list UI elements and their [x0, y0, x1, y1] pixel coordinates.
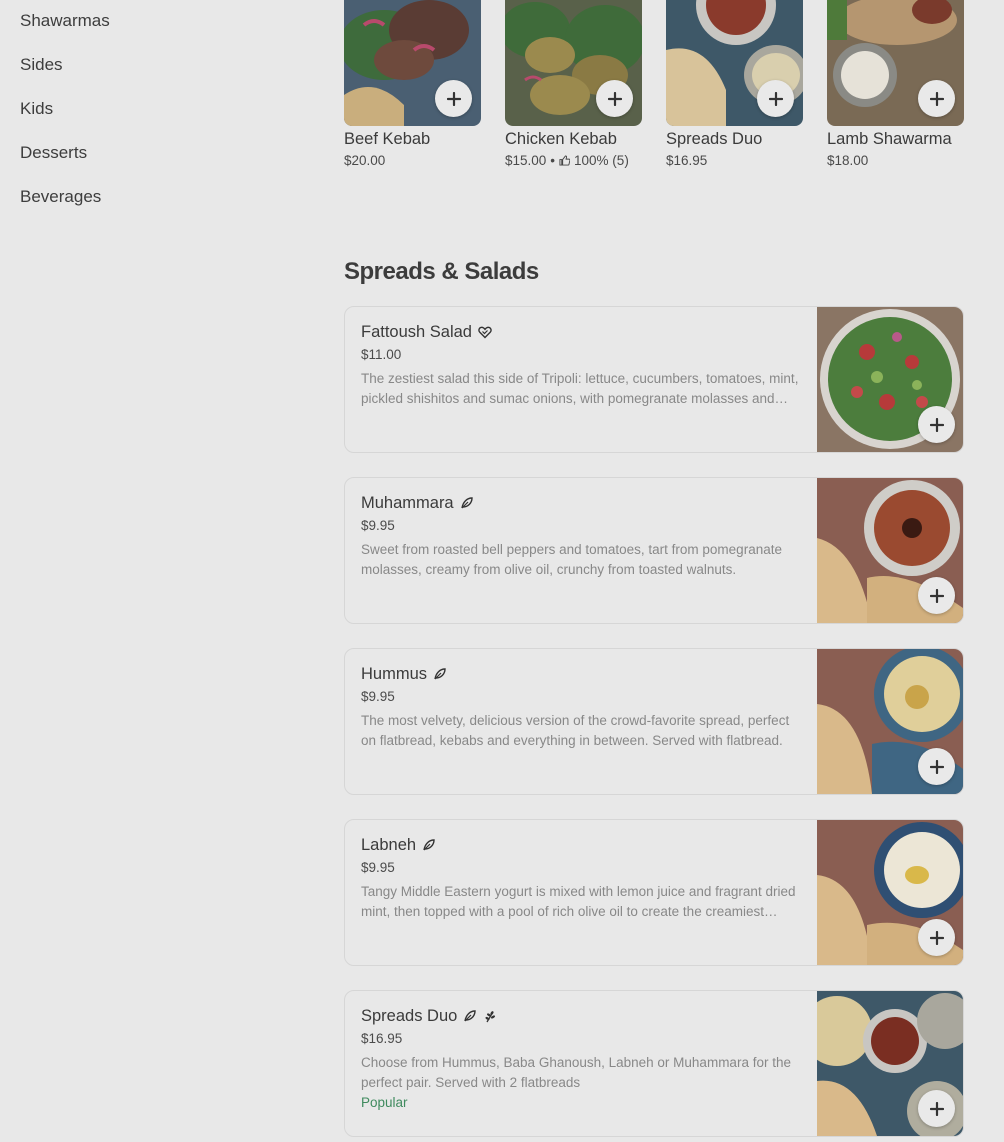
menu-item-card[interactable]: Spreads Duo $16.95 Choose from Hummus, B…	[344, 990, 964, 1137]
add-item-button[interactable]	[435, 80, 472, 117]
item-description: The zestiest salad this side of Tripoli:…	[361, 371, 799, 406]
menu-item-card[interactable]: Muhammara $9.95 Sweet from roasted bell …	[344, 477, 964, 624]
leaf-icon	[464, 1010, 477, 1022]
plus-icon	[929, 759, 944, 774]
item-price: $20.00	[344, 153, 386, 168]
featured-item[interactable]: Beef Kebab $20.00	[344, 0, 481, 168]
add-item-button[interactable]	[596, 80, 633, 117]
item-name: Labneh	[361, 835, 417, 854]
menu-item-card[interactable]: Hummus $9.95 The most velvety, delicious…	[344, 648, 964, 795]
item-description: The most velvety, delicious version of t…	[361, 713, 790, 748]
thumbs-up-icon	[559, 155, 571, 166]
sidebar-item-kids[interactable]: Kids	[20, 99, 53, 119]
featured-item[interactable]: Chicken Kebab $15.00 • 100% (5)	[505, 0, 642, 168]
featured-item[interactable]: Lamb Shawarma $18.00	[827, 0, 964, 168]
leaf-icon	[423, 839, 435, 851]
item-details: Labneh $9.95 Tangy Middle Eastern yogurt…	[361, 834, 803, 922]
plus-icon	[768, 91, 783, 106]
item-name: Hummus	[361, 664, 428, 683]
add-item-button[interactable]	[757, 80, 794, 117]
item-name-row: Labneh	[361, 834, 803, 856]
item-name-row: Muhammara	[361, 492, 803, 514]
food-image	[505, 0, 642, 126]
item-details: Fattoush Salad $11.00 The zestiest salad…	[361, 321, 803, 409]
food-image	[817, 991, 963, 1136]
item-price: $9.95	[361, 689, 395, 704]
menu-item-card[interactable]: Labneh $9.95 Tangy Middle Eastern yogurt…	[344, 819, 964, 966]
add-item-button[interactable]	[918, 748, 955, 785]
add-item-button[interactable]	[918, 406, 955, 443]
section-title: Spreads & Salads	[344, 258, 539, 285]
separator: •	[550, 153, 556, 168]
food-image	[817, 820, 963, 965]
item-details: Spreads Duo $16.95 Choose from Hummus, B…	[361, 1005, 803, 1111]
item-name: Spreads Duo	[666, 130, 763, 148]
item-description: Tangy Middle Eastern yogurt is mixed wit…	[361, 884, 796, 919]
item-price: $11.00	[361, 347, 402, 362]
item-price-rating: $15.00 • 100% (5)	[505, 153, 629, 168]
item-name-row: Hummus	[361, 663, 803, 685]
leaf-icon	[460, 497, 473, 509]
item-details: Hummus $9.95 The most velvety, delicious…	[361, 663, 803, 751]
item-price: $18.00	[827, 153, 869, 168]
food-image	[344, 0, 481, 126]
food-image	[817, 478, 963, 623]
menu-item-card[interactable]: Fattoush Salad $11.00 The zestiest salad…	[344, 306, 964, 453]
item-name: Lamb Shawarma	[827, 130, 952, 148]
add-item-button[interactable]	[918, 577, 955, 614]
sidebar-item-desserts[interactable]: Desserts	[20, 143, 87, 163]
heart-icon	[478, 326, 492, 339]
item-name: Beef Kebab	[344, 130, 431, 148]
item-price: $9.95	[361, 518, 395, 533]
add-item-button[interactable]	[918, 1090, 955, 1127]
item-name: Muhammara	[361, 493, 454, 512]
plus-icon	[929, 417, 944, 432]
food-image	[817, 649, 963, 794]
add-item-button[interactable]	[918, 80, 955, 117]
leaf-icon	[434, 668, 446, 680]
item-name: Chicken Kebab	[505, 130, 617, 148]
item-details: Muhammara $9.95 Sweet from roasted bell …	[361, 492, 803, 580]
sidebar-item-beverages[interactable]: Beverages	[20, 187, 101, 207]
plus-icon	[929, 588, 944, 603]
sidebar-item-sides[interactable]: Sides	[20, 55, 63, 75]
plus-icon	[929, 91, 944, 106]
item-price: $15.00	[505, 153, 547, 168]
item-description: Sweet from roasted bell peppers and toma…	[361, 542, 782, 577]
food-image	[827, 0, 964, 126]
plus-icon	[929, 1101, 944, 1116]
item-price: $16.95	[666, 153, 708, 168]
item-price: $16.95	[361, 1031, 403, 1046]
plus-icon	[446, 91, 461, 106]
menu-page: Shawarmas Sides Kids Desserts Beverages	[0, 0, 1004, 1142]
sidebar-item-shawarmas[interactable]: Shawarmas	[20, 11, 110, 31]
item-name: Spreads Duo	[361, 1006, 458, 1025]
item-description: Choose from Hummus, Baba Ghanoush, Labne…	[361, 1055, 791, 1090]
food-image	[666, 0, 803, 126]
plus-icon	[929, 930, 944, 945]
add-item-button[interactable]	[918, 919, 955, 956]
food-image	[817, 307, 963, 452]
popular-tag: Popular	[361, 1095, 408, 1110]
item-rating: 100% (5)	[574, 153, 629, 168]
wheat-icon	[485, 1011, 496, 1023]
item-name-row: Spreads Duo	[361, 1005, 803, 1027]
plus-icon	[607, 91, 622, 106]
item-price: $9.95	[361, 860, 395, 875]
item-name: Fattoush Salad	[361, 322, 472, 341]
item-name-row: Fattoush Salad	[361, 321, 803, 343]
featured-item[interactable]: Spreads Duo $16.95	[666, 0, 803, 168]
